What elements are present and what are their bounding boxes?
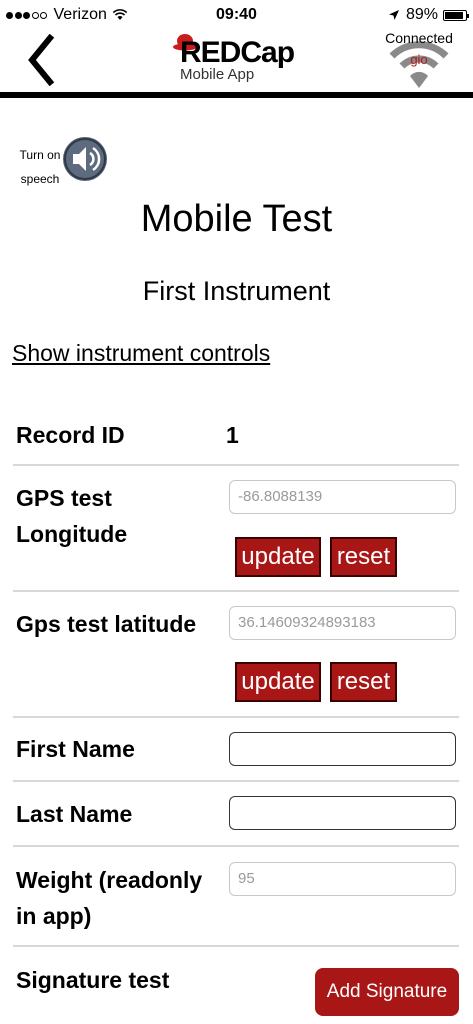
chevron-left-icon: [28, 33, 55, 87]
form-title: Mobile Test: [140, 198, 333, 240]
gps-latitude-update-button[interactable]: update: [235, 662, 321, 702]
weight-label: Weight (readonly in app): [16, 867, 203, 929]
connection-indicator[interactable]: Connected gio: [384, 30, 454, 90]
connection-status: Connected: [385, 30, 453, 46]
nav-bar: REDCap Mobile App Connected gio: [0, 30, 473, 92]
first-name-input[interactable]: [229, 732, 456, 766]
last-name-label: Last Name: [16, 801, 133, 827]
weight-input: 95: [229, 862, 456, 896]
record-id-label: Record ID: [16, 422, 125, 448]
gps-longitude-label: GPS test Longitude: [16, 485, 128, 547]
speaker-icon: [63, 137, 107, 181]
nav-divider: [0, 92, 473, 98]
gps-longitude-update-button[interactable]: update: [235, 537, 321, 577]
show-instrument-controls-link[interactable]: Show instrument controls: [12, 340, 270, 367]
speech-toggle-label: Turn on speech: [19, 148, 61, 186]
gps-latitude-reset-button[interactable]: reset: [330, 662, 397, 702]
back-button[interactable]: [22, 33, 62, 87]
gps-latitude-label: Gps test latitude: [16, 611, 197, 637]
gps-longitude-reset-button[interactable]: reset: [330, 537, 397, 577]
row-divider: [13, 845, 459, 847]
row-divider: [13, 464, 459, 466]
last-name-input[interactable]: [229, 796, 456, 830]
record-id-value: 1: [226, 422, 239, 448]
location-arrow-icon: [388, 10, 399, 20]
connection-user: gio: [410, 52, 428, 67]
logo-subtitle: Mobile App: [180, 66, 255, 83]
gps-longitude-input[interactable]: -86.8088139: [229, 480, 456, 514]
battery-icon: [443, 9, 469, 21]
logo-text: REDCap: [180, 36, 295, 69]
redcap-logo: REDCap Mobile App: [170, 30, 300, 86]
gps-latitude-input[interactable]: 36.14609324893183: [229, 606, 456, 640]
first-name-label: First Name: [16, 736, 135, 762]
signature-label: Signature test: [16, 967, 170, 993]
instrument-title: First Instrument: [142, 276, 331, 306]
row-divider: [13, 780, 459, 782]
row-divider: [13, 716, 459, 718]
speech-toggle-button[interactable]: [62, 132, 108, 186]
row-divider: [13, 590, 459, 592]
battery-percent: 89%: [405, 6, 438, 23]
status-bar: Verizon 09:40 89%: [0, 0, 473, 30]
add-signature-button[interactable]: Add Signature: [315, 968, 459, 1016]
row-divider: [13, 945, 459, 947]
status-right: 89%: [388, 6, 469, 24]
